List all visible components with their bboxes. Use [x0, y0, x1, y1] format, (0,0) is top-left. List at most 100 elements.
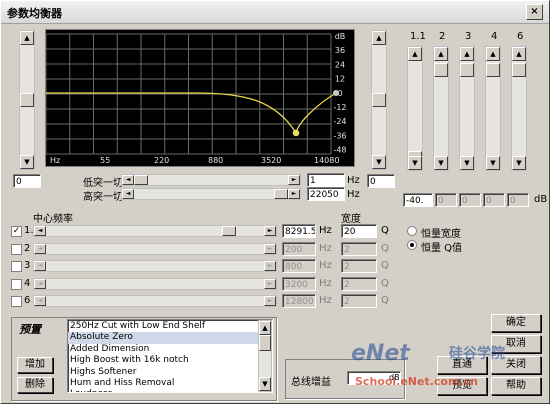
- low-cut-slider[interactable]: ◄ ►: [121, 174, 301, 186]
- low-cut-field[interactable]: 1: [307, 173, 345, 187]
- band-3-frequency-field[interactable]: 800: [282, 259, 316, 273]
- scroll-down-arrow-icon[interactable]: ▼: [434, 156, 448, 170]
- left-gain-slider[interactable]: ▲ ▼: [19, 30, 35, 170]
- slider-thumb[interactable]: [222, 226, 236, 236]
- high-cut-slider[interactable]: ◄ ►: [121, 188, 301, 200]
- high-cut-field[interactable]: 22050: [307, 187, 345, 201]
- scroll-down-arrow-icon[interactable]: ▼: [372, 155, 386, 169]
- delete-preset-button[interactable]: 删除: [17, 377, 53, 393]
- close-window-button[interactable]: ×: [526, 4, 543, 20]
- slider-thumb[interactable]: [460, 63, 474, 77]
- preset-item[interactable]: Loudness: [68, 389, 258, 392]
- scroll-down-arrow-icon[interactable]: ▼: [486, 156, 500, 170]
- scroll-right-arrow-icon[interactable]: ►: [264, 278, 276, 289]
- band-3-frequency-slider[interactable]: ◄ ►: [33, 260, 277, 272]
- scroll-up-arrow-icon[interactable]: ▲: [512, 47, 526, 61]
- help-button[interactable]: 帮助: [491, 377, 541, 395]
- band-gain-field[interactable]: -40.: [403, 193, 433, 207]
- scroll-right-arrow-icon[interactable]: ►: [264, 261, 276, 271]
- scroll-left-arrow-icon[interactable]: ◄: [34, 261, 46, 271]
- band-1-frequency-slider[interactable]: ◄ ►: [33, 225, 277, 237]
- constant-q-radio[interactable]: [407, 240, 417, 250]
- title-bar[interactable]: 参数均衡器 ×: [1, 1, 549, 24]
- band-2-frequency-slider[interactable]: ◄ ►: [33, 242, 277, 255]
- preset-item[interactable]: Highs Softener: [68, 367, 258, 378]
- scroll-right-arrow-icon[interactable]: ►: [264, 226, 276, 236]
- band-header-4: 4: [491, 31, 498, 42]
- band-4-checkbox[interactable]: [11, 278, 22, 290]
- scroll-down-arrow-icon[interactable]: ▼: [20, 155, 34, 169]
- slider-thumb[interactable]: [274, 189, 288, 199]
- scroll-down-arrow-icon[interactable]: ▼: [460, 156, 474, 170]
- scroll-left-arrow-icon[interactable]: ◄: [122, 189, 134, 199]
- scroll-left-arrow-icon[interactable]: ◄: [122, 175, 134, 185]
- constant-width-radio[interactable]: [407, 226, 417, 236]
- add-preset-button[interactable]: 增加: [17, 357, 53, 373]
- slider-thumb[interactable]: [372, 93, 386, 107]
- scroll-up-arrow-icon[interactable]: ▲: [20, 31, 34, 45]
- scroll-down-arrow-icon[interactable]: ▼: [408, 156, 422, 170]
- preset-item[interactable]: 250Hz Cut with Low End Shelf: [68, 321, 258, 332]
- band-1-frequency-field[interactable]: 8291.5: [282, 224, 316, 238]
- preset-item[interactable]: High Boost with 16k notch: [68, 355, 258, 366]
- scroll-down-arrow-icon[interactable]: ▼: [259, 377, 271, 391]
- band-6-slider[interactable]: ▲ ▼: [511, 46, 527, 171]
- band-5-checkbox[interactable]: [11, 296, 22, 307]
- right-gain-slider[interactable]: ▲ ▼: [371, 30, 387, 170]
- scroll-up-arrow-icon[interactable]: ▲: [408, 47, 422, 61]
- scroll-down-arrow-icon[interactable]: ▼: [512, 156, 526, 170]
- slider-thumb[interactable]: [486, 63, 500, 77]
- frequency-response-graph[interactable]: dB 36 24 12 0 -12 -24 -36 -48 Hz 55 220 880 3520 14080: [45, 29, 355, 167]
- slider-thumb[interactable]: [512, 63, 526, 77]
- band-4-frequency-slider[interactable]: ◄ ►: [33, 277, 277, 290]
- scroll-up-arrow-icon[interactable]: ▲: [372, 31, 386, 45]
- slider-thumb[interactable]: [134, 175, 148, 185]
- band-4-slider[interactable]: ▲ ▼: [485, 46, 501, 171]
- preset-item[interactable]: Absolute Zero: [68, 332, 258, 344]
- scroll-thumb[interactable]: [259, 335, 271, 351]
- high-cut-label: 高突一切: [83, 192, 123, 203]
- preset-item[interactable]: Added Dimension: [68, 344, 258, 355]
- ok-button[interactable]: 确定: [491, 314, 541, 332]
- db-tick-label: -12: [333, 103, 346, 112]
- band-4-width-field[interactable]: 2: [341, 276, 377, 291]
- slider-thumb[interactable]: [434, 63, 448, 77]
- band-2-frequency-field[interactable]: 200: [282, 241, 316, 256]
- band-1-width-field[interactable]: 20: [341, 224, 377, 238]
- scroll-right-arrow-icon[interactable]: ►: [288, 189, 300, 199]
- scroll-left-arrow-icon[interactable]: ◄: [34, 226, 46, 236]
- scroll-up-arrow-icon[interactable]: ▲: [259, 321, 271, 335]
- scroll-right-arrow-icon[interactable]: ►: [288, 175, 300, 185]
- band-2-width-field[interactable]: 2: [341, 241, 377, 256]
- band-5-width-field[interactable]: 2: [341, 294, 377, 308]
- band-1-checkbox[interactable]: ✓: [11, 226, 22, 237]
- band-3-width-field[interactable]: 2: [341, 259, 377, 273]
- band-1-slider[interactable]: ▲ ▼: [407, 46, 423, 171]
- scroll-right-arrow-icon[interactable]: ►: [264, 243, 276, 254]
- scroll-up-arrow-icon[interactable]: ▲: [434, 47, 448, 61]
- band-2-checkbox[interactable]: [11, 243, 22, 255]
- scroll-up-arrow-icon[interactable]: ▲: [460, 47, 474, 61]
- band-2-slider[interactable]: ▲ ▼: [433, 46, 449, 171]
- band-5-frequency-slider[interactable]: ◄ ►: [33, 295, 277, 307]
- scroll-left-arrow-icon[interactable]: ◄: [34, 243, 46, 254]
- band-5-frequency-field[interactable]: 12800: [282, 294, 316, 308]
- band-3-slider[interactable]: ▲ ▼: [459, 46, 475, 171]
- constant-width-label: 恒量宽度: [421, 229, 461, 240]
- right-gain-field[interactable]: 0: [367, 174, 395, 188]
- band-header-2: 2: [439, 31, 446, 42]
- scroll-left-arrow-icon[interactable]: ◄: [34, 278, 46, 289]
- band-1-hz-unit: Hz: [319, 225, 332, 236]
- scroll-right-arrow-icon[interactable]: ►: [264, 296, 276, 306]
- band-1-handle[interactable]: [292, 129, 300, 137]
- band-4-frequency-field[interactable]: 3200: [282, 276, 316, 291]
- band-end-handle[interactable]: [333, 90, 339, 96]
- slider-thumb[interactable]: [20, 93, 34, 107]
- band-3-checkbox[interactable]: [11, 261, 22, 272]
- preset-item[interactable]: Hum and Hiss Removal: [68, 378, 258, 389]
- preset-list[interactable]: 250Hz Cut with Low End Shelf Absolute Zer…: [67, 319, 273, 393]
- left-gain-field[interactable]: 0: [13, 174, 41, 188]
- preset-list-scrollbar[interactable]: ▲ ▼: [258, 320, 272, 392]
- scroll-left-arrow-icon[interactable]: ◄: [34, 296, 46, 306]
- scroll-up-arrow-icon[interactable]: ▲: [486, 47, 500, 61]
